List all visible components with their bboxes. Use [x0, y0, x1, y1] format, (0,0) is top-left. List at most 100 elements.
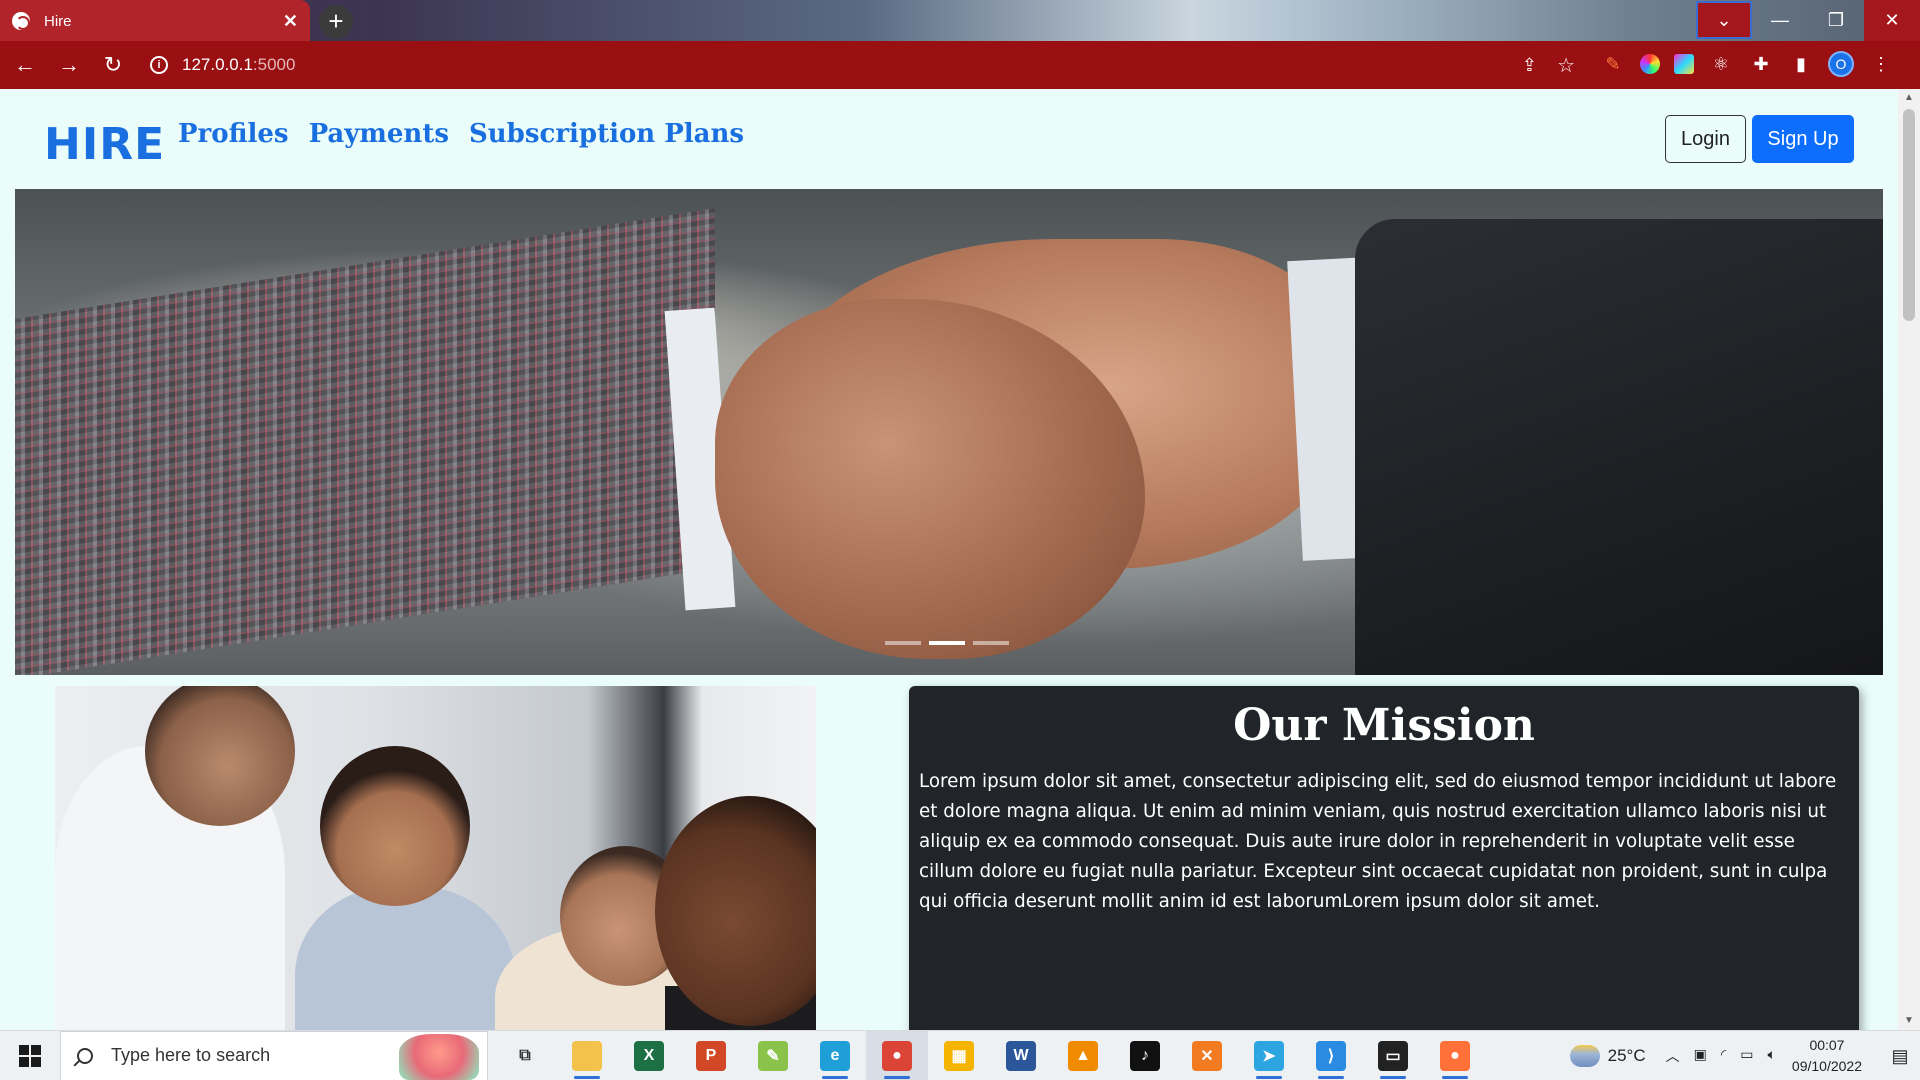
taskbar-app-vscode[interactable]: ⟩	[1300, 1031, 1362, 1080]
chevron-up-icon[interactable]: ︿	[1666, 1046, 1680, 1066]
puzzle-icon[interactable]: ✚	[1748, 51, 1774, 77]
login-button[interactable]: Login	[1665, 115, 1746, 163]
back-button[interactable]: ←	[6, 46, 44, 84]
taskbar-app-edge[interactable]: e	[804, 1031, 866, 1080]
taskbar-app-xampp[interactable]: ✕	[1176, 1031, 1238, 1080]
chrome-icon: ●	[882, 1040, 912, 1071]
mission-title: Our Mission	[1233, 700, 1535, 751]
share-icon[interactable]: ⇪	[1522, 55, 1537, 76]
bookmark-star-icon[interactable]: ☆	[1557, 53, 1575, 78]
restore-button[interactable]: ❐	[1808, 0, 1864, 41]
clock[interactable]: 00:07 09/10/2022	[1792, 1035, 1862, 1077]
close-window-button[interactable]: ✕	[1864, 0, 1920, 41]
tab-search-button[interactable]: ⌄	[1696, 1, 1752, 39]
taskbar-app-terminal[interactable]: ▭	[1362, 1031, 1424, 1080]
taskbar-app-notepad-plus[interactable]: ✎	[742, 1031, 804, 1080]
browser-tab[interactable]: Hire ✕	[0, 0, 310, 42]
signup-button[interactable]: Sign Up	[1752, 115, 1854, 163]
nav-link-subscription-plans[interactable]: Subscription Plans	[469, 119, 744, 149]
hero-carousel[interactable]	[15, 189, 1883, 675]
site-navbar: HIRE Profiles Payments Subscription Plan…	[0, 89, 1898, 189]
carousel-indicator-1[interactable]	[885, 641, 921, 645]
taskbar-app-excel[interactable]: X	[618, 1031, 680, 1080]
taskbar-app-file-explorer[interactable]	[556, 1031, 618, 1080]
windows-taskbar: Type here to search ⧉ X P ✎ e ● ▦ W ▲ ♪ ✕ ➤ ⟩ ▭ ● 25°C…	[0, 1030, 1920, 1080]
taskbar-app-telegram[interactable]: ➤	[1238, 1031, 1300, 1080]
wifi-icon[interactable]: ◜	[1721, 1046, 1726, 1066]
search-icon	[77, 1047, 93, 1064]
page-scrollbar[interactable]: ▲ ▼	[1898, 89, 1920, 1030]
store-icon: ▦	[944, 1040, 974, 1071]
cloud-sun-icon	[1569, 1045, 1600, 1067]
profile-avatar[interactable]: O	[1828, 51, 1854, 77]
carousel-indicator-2[interactable]	[929, 641, 965, 645]
file-explorer-icon	[572, 1040, 602, 1071]
start-button[interactable]	[0, 1031, 60, 1080]
address-bar[interactable]: i 127.0.0.1:5000 ⇪ ☆	[140, 47, 1575, 83]
reload-button[interactable]: ↻	[94, 46, 132, 84]
pen-icon[interactable]: ✎	[1600, 51, 1626, 77]
telegram-icon: ➤	[1254, 1040, 1284, 1071]
sidepanel-icon[interactable]: ▮	[1788, 51, 1814, 77]
carousel-indicators	[885, 641, 1009, 645]
extensions-area: ✎ ⚛ ✚ ▮ O ⋮	[1600, 51, 1894, 77]
window-controls: ⌄ — ❐ ✕	[1696, 0, 1920, 41]
taskbar-app-store[interactable]: ▦	[928, 1031, 990, 1080]
site-info-icon[interactable]: i	[150, 56, 168, 74]
forward-button[interactable]: →	[50, 46, 88, 84]
battery-icon[interactable]: ▭	[1740, 1046, 1753, 1066]
clock-time: 00:07	[1809, 1037, 1845, 1053]
person-2-head	[320, 746, 470, 906]
globe-icon	[12, 12, 30, 30]
taskbar-app-powerpoint[interactable]: P	[680, 1031, 742, 1080]
word-icon: W	[1006, 1040, 1036, 1071]
tab-close-icon[interactable]: ✕	[283, 11, 298, 32]
search-highlight-octopus-icon	[399, 1033, 479, 1080]
menu-kebab-icon[interactable]: ⋮	[1868, 51, 1894, 77]
powerpoint-icon: P	[696, 1040, 726, 1071]
taskbar-app-chrome[interactable]: ●	[866, 1030, 928, 1080]
meet-icon[interactable]: ▣	[1694, 1046, 1707, 1066]
scroll-down-arrow-icon[interactable]: ▼	[1898, 1012, 1920, 1030]
tab-title: Hire	[44, 12, 72, 30]
mission-body: Lorem ipsum dolor sit amet, consectetur …	[919, 771, 1837, 912]
search-placeholder: Type here to search	[111, 1045, 271, 1065]
brand-logo[interactable]: HIRE	[44, 119, 165, 170]
taskbar-app-vlc[interactable]: ▲	[1052, 1031, 1114, 1080]
taskbar-app-firefox[interactable]: ●	[1424, 1031, 1486, 1080]
temperature: 25°C	[1607, 1046, 1646, 1065]
mission-card: Our Mission Lorem ipsum dolor sit amet, …	[909, 686, 1859, 1030]
system-tray: 25°C ︿ ▣ ◜ ▭ 🔈︎ 00:07 09/10/2022 ▤	[1569, 1031, 1920, 1080]
carousel-indicator-3[interactable]	[973, 641, 1009, 645]
taskbar-app-tiktok[interactable]: ♪	[1114, 1031, 1176, 1080]
tray-icons: ︿ ▣ ◜ ▭ 🔈︎	[1666, 1046, 1776, 1066]
taskbar-app-word[interactable]: W	[990, 1031, 1052, 1080]
taskbar-apps: ⧉ X P ✎ e ● ▦ W ▲ ♪ ✕ ➤ ⟩ ▭ ●	[494, 1030, 1486, 1080]
scroll-up-arrow-icon[interactable]: ▲	[1898, 89, 1920, 107]
minimize-button[interactable]: —	[1752, 0, 1808, 41]
excel-icon: X	[634, 1040, 664, 1071]
nav-link-profiles[interactable]: Profiles	[178, 119, 289, 149]
weather-widget[interactable]: 25°C	[1569, 1045, 1646, 1067]
xampp-icon: ✕	[1192, 1040, 1222, 1071]
clock-date: 09/10/2022	[1791, 1058, 1862, 1074]
hero-dark-sleeve	[1355, 219, 1883, 675]
edge-icon: e	[820, 1040, 850, 1071]
taskbar-app-task-view[interactable]: ⧉	[494, 1031, 556, 1080]
page-viewport: HIRE Profiles Payments Subscription Plan…	[0, 89, 1898, 1030]
nav-link-payments[interactable]: Payments	[309, 119, 449, 149]
tiktok-icon: ♪	[1130, 1040, 1160, 1071]
new-tab-button[interactable]: +	[319, 5, 353, 39]
browser-titlebar: Hire ✕ + ⌄ — ❐ ✕	[0, 0, 1920, 42]
vscode-icon: ⟩	[1316, 1040, 1346, 1071]
scrollbar-thumb[interactable]	[1903, 109, 1915, 321]
taskbar-search[interactable]: Type here to search	[60, 1030, 488, 1080]
windows-logo-icon	[19, 1044, 41, 1067]
color-wheel-icon[interactable]	[1640, 54, 1660, 74]
react-icon[interactable]: ⚛	[1708, 51, 1734, 77]
notepad-plus-icon: ✎	[758, 1040, 788, 1071]
gradient-icon[interactable]	[1674, 54, 1694, 74]
url-text[interactable]: 127.0.0.1:5000	[182, 55, 295, 75]
notifications-icon[interactable]: ▤	[1880, 1031, 1920, 1080]
volume-icon[interactable]: 🔈︎	[1768, 1046, 1776, 1066]
